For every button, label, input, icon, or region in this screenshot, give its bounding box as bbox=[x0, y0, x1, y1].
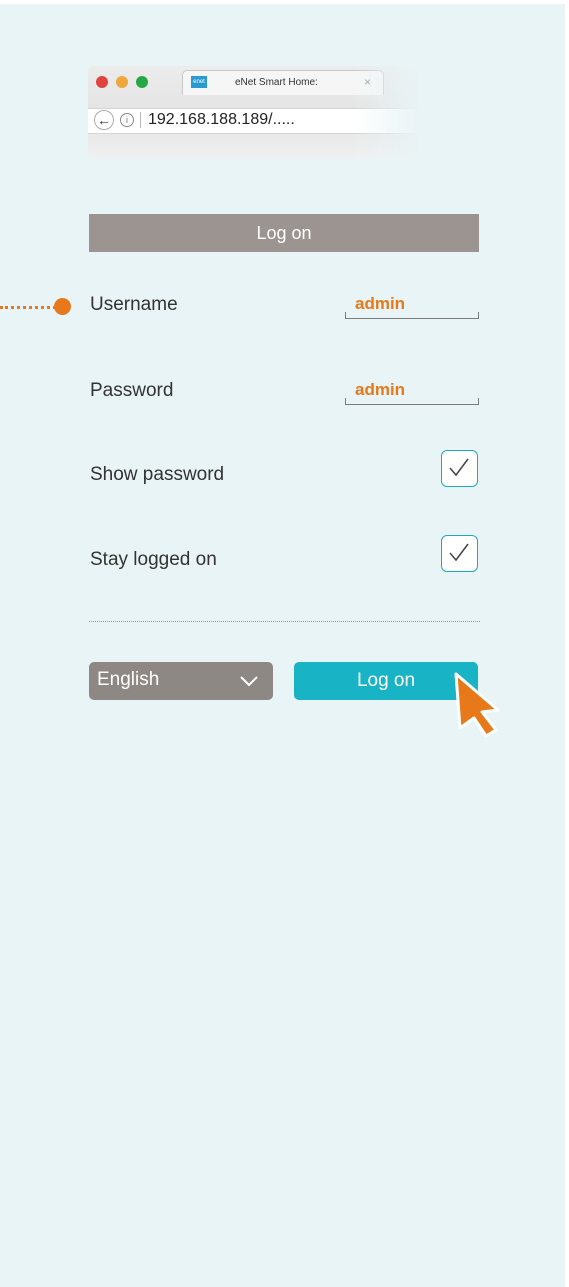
info-icon[interactable]: i bbox=[120, 113, 134, 127]
stay-logged-on-checkbox[interactable] bbox=[441, 535, 478, 572]
checkmark-icon bbox=[449, 543, 469, 562]
back-arrow-icon[interactable]: ← bbox=[94, 110, 114, 130]
checkmark-icon bbox=[449, 458, 469, 477]
username-field[interactable]: admin bbox=[345, 294, 479, 319]
favicon-icon: enet bbox=[191, 76, 207, 88]
show-password-label: Show password bbox=[90, 464, 225, 485]
tab-title: eNet Smart Home: bbox=[235, 77, 318, 88]
window-maximize-dot[interactable] bbox=[136, 76, 148, 88]
username-label: Username bbox=[90, 294, 178, 315]
password-label: Password bbox=[90, 380, 174, 401]
show-password-checkbox[interactable] bbox=[441, 450, 478, 487]
close-icon[interactable]: × bbox=[364, 75, 371, 89]
username-value: admin bbox=[355, 294, 406, 313]
url-separator bbox=[140, 112, 141, 128]
browser-tab[interactable]: enet eNet Smart Home: × bbox=[182, 70, 384, 95]
address-bar[interactable]: ← i 192.168.188.189/..... bbox=[88, 108, 420, 134]
window-close-dot[interactable] bbox=[96, 76, 108, 88]
page-background: enet eNet Smart Home: × ← i 192.168.188.… bbox=[0, 4, 565, 1287]
callout-dot bbox=[54, 298, 71, 315]
url-text[interactable]: 192.168.188.189/..... bbox=[148, 111, 295, 129]
divider bbox=[89, 621, 480, 622]
window-minimize-dot[interactable] bbox=[116, 76, 128, 88]
password-field[interactable]: admin bbox=[345, 380, 479, 405]
login-header: Log on bbox=[89, 214, 479, 252]
browser-chrome: enet eNet Smart Home: × ← i 192.168.188.… bbox=[88, 66, 420, 158]
stay-logged-on-label: Stay logged on bbox=[90, 549, 217, 570]
arrow-cursor-icon bbox=[454, 672, 500, 738]
language-select[interactable]: English bbox=[89, 662, 273, 700]
password-value: admin bbox=[355, 380, 406, 399]
callout-line bbox=[0, 306, 56, 309]
chevron-down-icon bbox=[240, 676, 258, 687]
language-selected: English bbox=[97, 669, 160, 690]
